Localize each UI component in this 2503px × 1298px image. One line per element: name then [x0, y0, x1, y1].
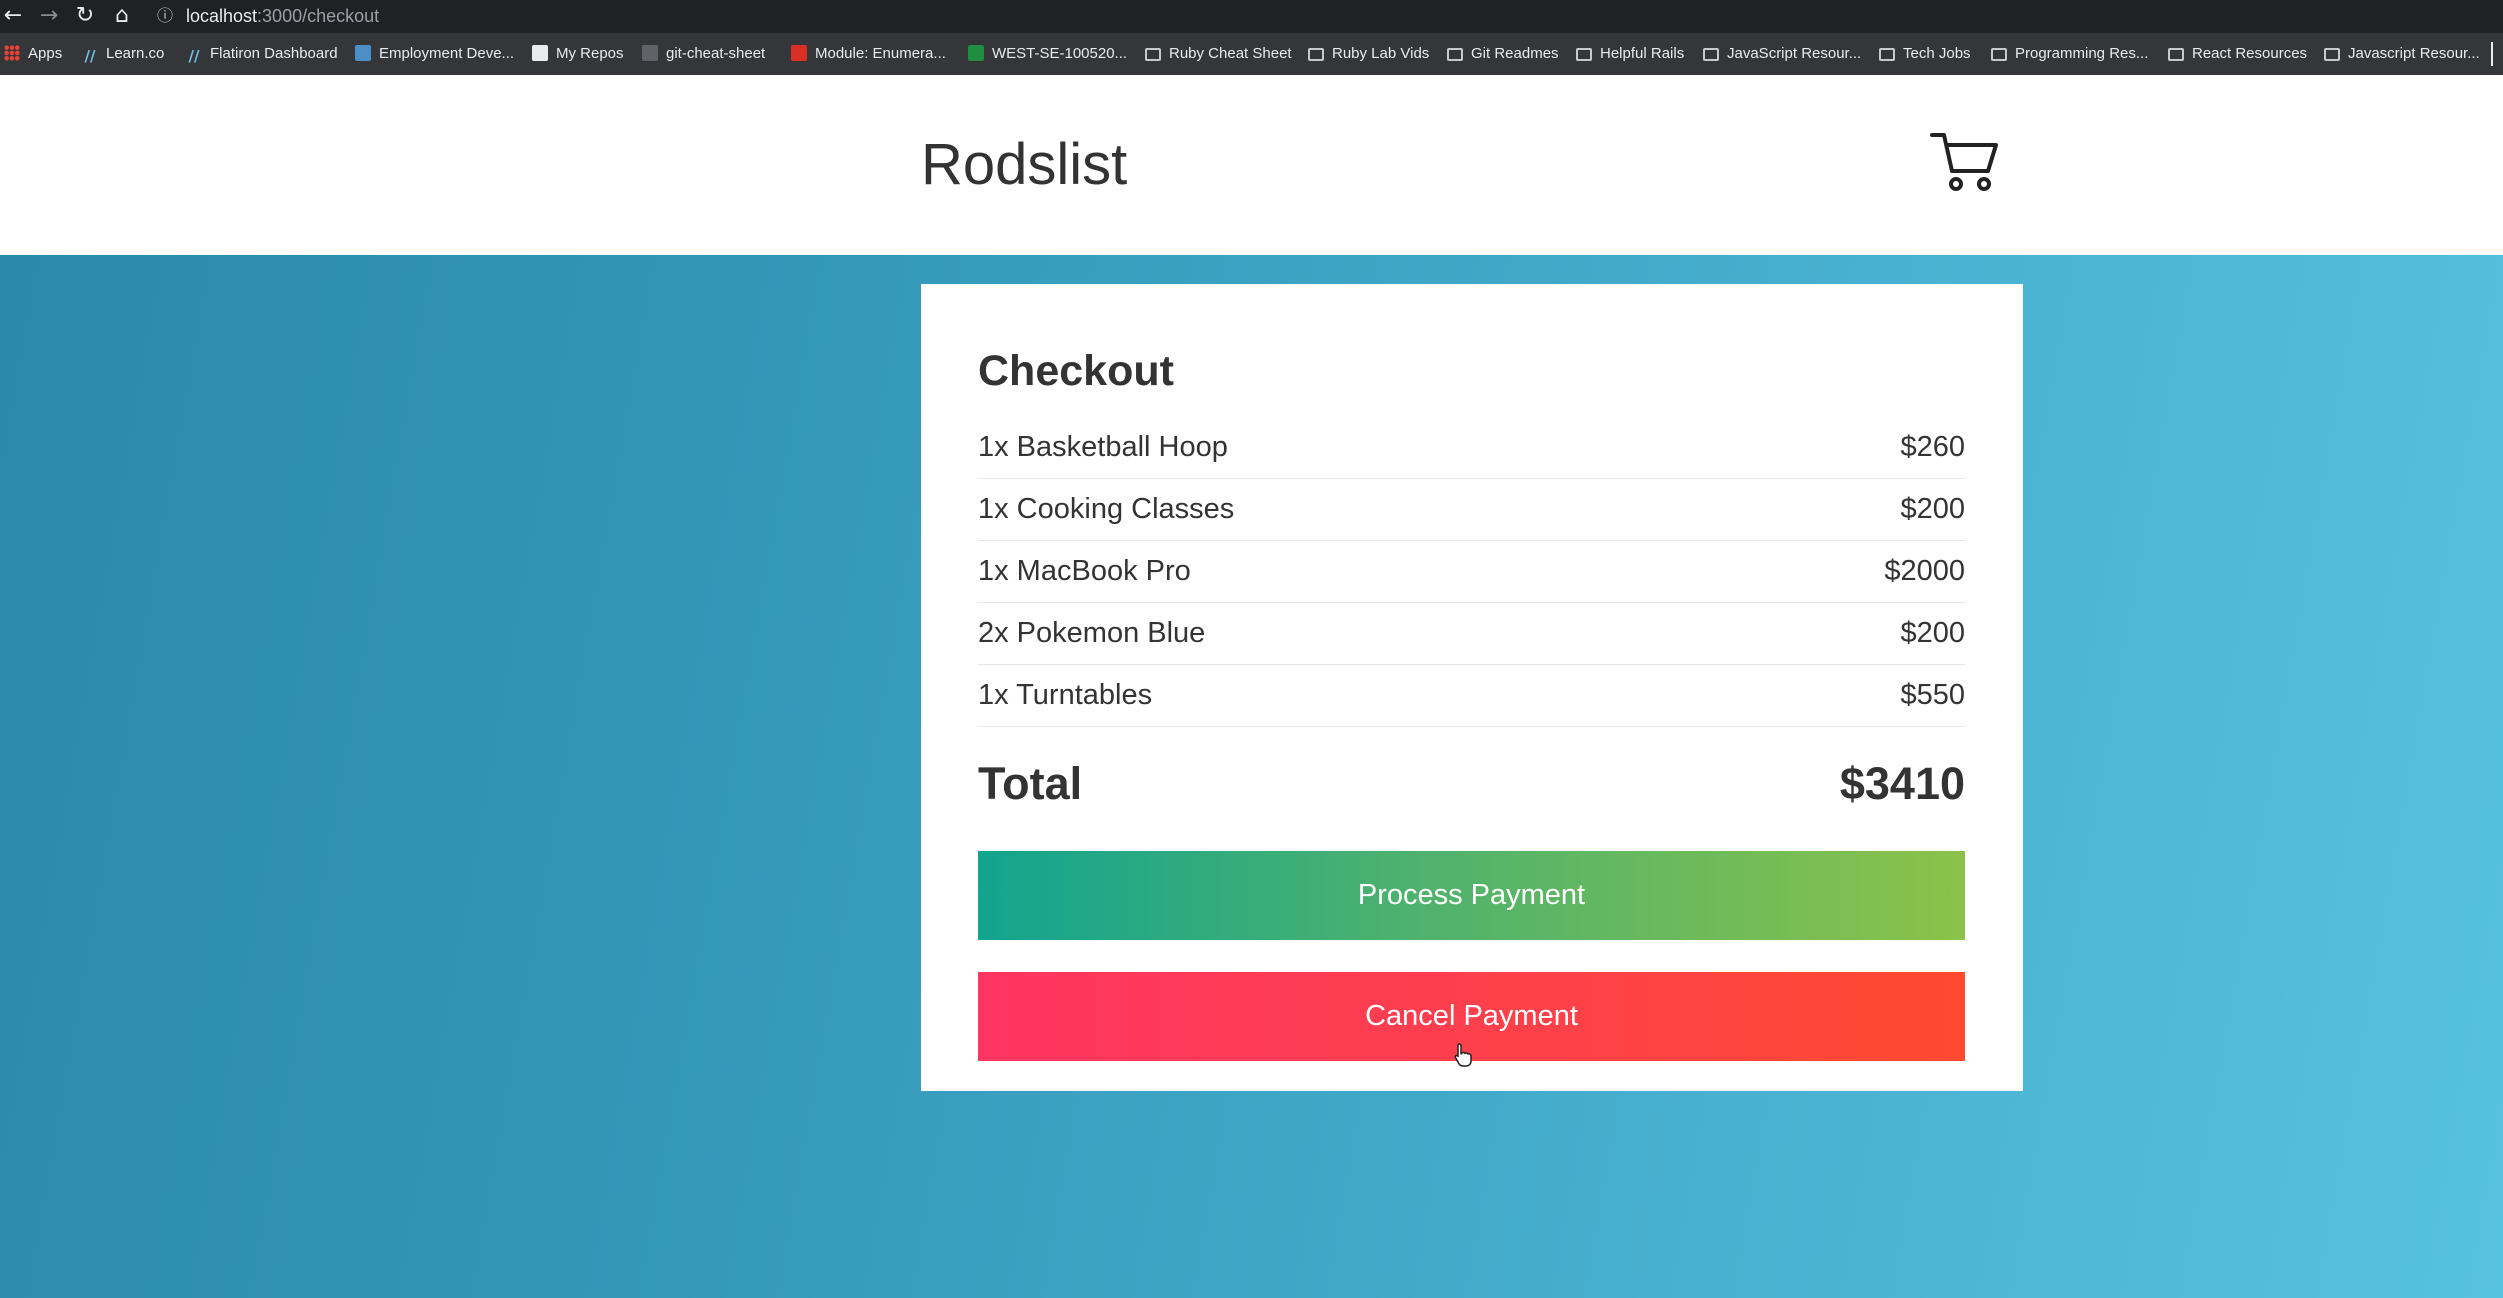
site-logo[interactable]: Rodslist	[921, 130, 1127, 200]
bookmark-apps[interactable]: Apps	[4, 42, 62, 66]
bookmark-west-se[interactable]: WEST-SE-100520...	[968, 42, 1127, 66]
list-item: 1x MacBook Pro $2000	[978, 541, 1965, 603]
folder-icon	[1145, 48, 1161, 61]
edd-icon	[355, 45, 371, 61]
item-price: $200	[1900, 493, 1965, 525]
bookmark-label: WEST-SE-100520...	[992, 45, 1128, 62]
github-icon	[642, 45, 658, 61]
bookmarks-bar: Apps // Learn.co // Flatiron Dashboard Emp…	[0, 33, 2503, 75]
bookmark-flatiron[interactable]: // Flatiron Dashboard	[186, 42, 338, 66]
folder-icon	[1703, 48, 1719, 61]
bookmark-ruby-cheat-sheet[interactable]: Ruby Cheat Sheet	[1145, 42, 1292, 66]
item-price: $260	[1900, 431, 1965, 463]
bookmark-label: Programming Res...	[2015, 45, 2149, 62]
apps-grid-icon	[4, 45, 20, 61]
folder-icon	[2324, 48, 2340, 61]
bookmark-label: Ruby Cheat Sheet	[1169, 45, 1292, 62]
bookmark-label: Apps	[28, 45, 63, 62]
checkout-title: Checkout	[978, 347, 1174, 395]
bookmark-label: Module: Enumera...	[815, 45, 946, 62]
back-arrow-icon[interactable]: ←	[0, 2, 26, 30]
item-name: 2x Pokemon Blue	[978, 617, 1206, 649]
bookmark-javascript-resources-2[interactable]: Javascript Resour...	[2324, 42, 2480, 66]
browser-toolbar: ← → ↻ ⌂ ⓘ localhost:3000/checkout	[0, 0, 2503, 33]
url-path: :3000/checkout	[257, 6, 380, 26]
bookmark-label: Git Readmes	[1471, 45, 1559, 62]
bookmark-label: Flatiron Dashboard	[210, 45, 338, 62]
bookmark-git-readmes[interactable]: Git Readmes	[1447, 42, 1559, 66]
list-item: 1x Turntables $550	[978, 665, 1965, 727]
item-name: 1x Basketball Hoop	[978, 431, 1228, 463]
bookmark-label: Tech Jobs	[1903, 45, 1971, 62]
bookmark-employment[interactable]: Employment Deve...	[355, 42, 514, 66]
bookmark-module[interactable]: Module: Enumera...	[791, 42, 946, 66]
learn-icon: //	[84, 47, 96, 65]
sheets-icon	[968, 45, 984, 61]
bookmark-label: Learn.co	[106, 45, 165, 62]
bookmarks-overflow-icon[interactable]	[2491, 42, 2499, 66]
shopping-cart-icon[interactable]	[1930, 127, 2000, 193]
total-label: Total	[978, 758, 1083, 809]
address-bar[interactable]: localhost:3000/checkout	[186, 4, 379, 28]
folder-icon	[1991, 48, 2007, 61]
bookmark-ruby-lab-vids[interactable]: Ruby Lab Vids	[1308, 42, 1429, 66]
bookmark-label: Employment Deve...	[379, 45, 515, 62]
site-info-icon[interactable]: ⓘ	[157, 4, 177, 28]
folder-icon	[2168, 48, 2184, 61]
bookmark-javascript-resources[interactable]: JavaScript Resour...	[1703, 42, 1861, 66]
bookmark-helpful-rails[interactable]: Helpful Rails	[1576, 42, 1684, 66]
checkout-items-list: 1x Basketball Hoop $260 1x Cooking Class…	[978, 417, 1965, 727]
process-payment-button[interactable]: Process Payment	[978, 851, 1965, 940]
list-item: 1x Basketball Hoop $260	[978, 417, 1965, 479]
bookmark-programming-resources[interactable]: Programming Res...	[1991, 42, 2148, 66]
item-price: $550	[1900, 679, 1965, 711]
bookmark-git-cheat-sheet[interactable]: git-cheat-sheet	[642, 42, 765, 66]
item-price: $200	[1900, 617, 1965, 649]
list-item: 1x Cooking Classes $200	[978, 479, 1965, 541]
item-name: 1x Turntables	[978, 679, 1153, 711]
bookmark-tech-jobs[interactable]: Tech Jobs	[1879, 42, 1971, 66]
folder-icon	[1308, 48, 1324, 61]
bookmark-label: Helpful Rails	[1600, 45, 1685, 62]
bookmark-label: Ruby Lab Vids	[1332, 45, 1430, 62]
folder-icon	[1576, 48, 1592, 61]
item-price: $2000	[1884, 555, 1965, 587]
site-header: Rodslist	[0, 75, 2503, 255]
home-icon[interactable]: ⌂	[109, 2, 135, 30]
flatiron-icon: //	[188, 47, 200, 65]
forward-arrow-icon[interactable]: →	[36, 2, 62, 30]
github-icon	[532, 45, 548, 61]
bookmark-label: JavaScript Resour...	[1727, 45, 1862, 62]
reload-icon[interactable]: ↻	[72, 2, 98, 30]
canvas-icon	[791, 45, 807, 61]
folder-icon	[1447, 48, 1463, 61]
bookmark-learn[interactable]: // Learn.co	[82, 42, 165, 66]
bookmark-label: git-cheat-sheet	[666, 45, 766, 62]
total-value: $3410	[1839, 758, 1965, 809]
bookmark-react-resources[interactable]: React Resources	[2168, 42, 2307, 66]
url-host: localhost	[186, 6, 258, 26]
bookmark-label: React Resources	[2192, 45, 2308, 62]
bookmark-my-repos[interactable]: My Repos	[532, 42, 624, 66]
item-name: 1x Cooking Classes	[978, 493, 1235, 525]
bookmark-label: My Repos	[556, 45, 624, 62]
list-item: 2x Pokemon Blue $200	[978, 603, 1965, 665]
checkout-card: Checkout 1x Basketball Hoop $260 1x Cook…	[921, 284, 2023, 1091]
item-name: 1x MacBook Pro	[978, 555, 1191, 587]
folder-icon	[1879, 48, 1895, 61]
bookmark-label: Javascript Resour...	[2348, 45, 2480, 62]
pointer-cursor-icon	[1454, 1043, 1472, 1067]
